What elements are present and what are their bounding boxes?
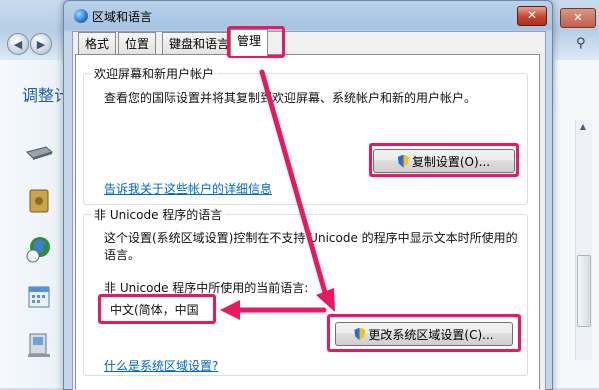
keyboard-icon	[26, 146, 54, 160]
control-panel-heading: 调整计	[22, 86, 64, 105]
tab-formats[interactable]: 格式	[78, 32, 117, 55]
back-arrow-icon: ◀	[13, 37, 23, 51]
background-close-button[interactable]: ✕	[560, 8, 596, 28]
back-button[interactable]: ◀	[7, 33, 29, 55]
scrollbar-thumb[interactable]	[577, 255, 591, 327]
forward-arrow-icon: ▶	[36, 37, 46, 51]
copy-button-highlight-box	[369, 143, 519, 177]
system-locale-help-link[interactable]: 什么是系统区域设置?	[104, 357, 218, 374]
account-details-link[interactable]: 告诉我关于这些帐户的详细信息	[104, 180, 272, 197]
non-unicode-group-title: 非 Unicode 程序的语言	[91, 206, 226, 223]
tab-administrative[interactable]: 管理	[230, 29, 269, 56]
computer-icon	[28, 333, 50, 357]
non-unicode-description: 这个设置(系统区域设置)控制在不支持 Unicode 的程序中显示文本时所使用的…	[104, 231, 518, 262]
globe-icon	[74, 9, 88, 23]
dialog-title: 区域和语言	[92, 10, 153, 24]
language-value-highlight-box	[98, 294, 216, 324]
welcome-description: 查看您的国际设置并将其复制到欢迎屏幕、系统帐户和新的用户帐户。	[104, 91, 477, 105]
change-button-highlight-box	[327, 314, 521, 352]
forward-button[interactable]: ▶	[30, 33, 52, 55]
globe-clock-icon	[26, 237, 50, 263]
dialog-close-button[interactable]: ✕	[517, 6, 547, 26]
safe-icon	[29, 189, 49, 213]
tab-location[interactable]: 位置	[118, 32, 157, 55]
tab-keyboards-languages[interactable]: 键盘和语言	[162, 32, 237, 55]
calendar-icon	[28, 286, 50, 308]
welcome-group-title: 欢迎屏幕和新用户帐户	[91, 65, 218, 82]
scroll-up-icon[interactable]: ▲	[577, 122, 589, 134]
search-icon[interactable]: ⚲	[576, 36, 586, 51]
